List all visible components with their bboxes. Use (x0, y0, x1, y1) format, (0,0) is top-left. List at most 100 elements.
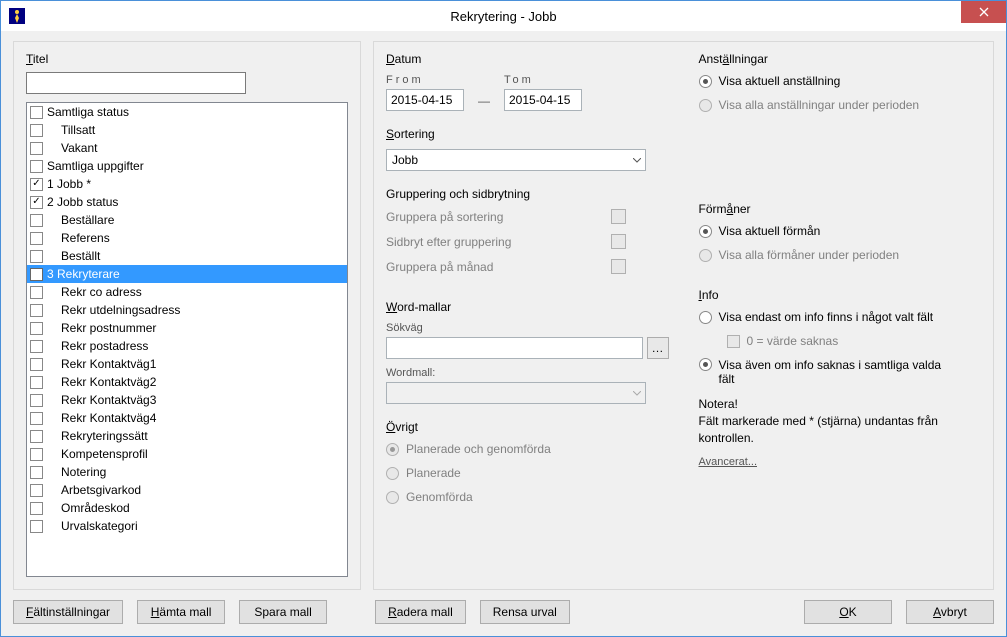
ovrigt-r1-radio[interactable] (386, 443, 399, 456)
list-item[interactable]: Referens (27, 229, 347, 247)
forman-r1-radio[interactable] (699, 225, 712, 238)
item-checkbox[interactable] (30, 412, 43, 425)
anstall-r1-radio[interactable] (699, 75, 712, 88)
list-item[interactable]: Rekr postnummer (27, 319, 347, 337)
titlebar: Rekrytering - Jobb (1, 1, 1006, 31)
item-checkbox[interactable] (30, 430, 43, 443)
item-checkbox[interactable] (30, 142, 43, 155)
browse-button[interactable]: … (647, 337, 669, 359)
word-section: Word-mallar Sökväg … Wordmall: (386, 300, 669, 404)
titel-input[interactable] (26, 72, 246, 94)
list-item[interactable]: Beställare (27, 211, 347, 229)
radera-mall-button[interactable]: Radera mall (375, 600, 466, 624)
list-item[interactable]: Samtliga uppgifter (27, 157, 347, 175)
item-checkbox[interactable] (30, 340, 43, 353)
avbryt-button[interactable]: Avbryt (906, 600, 994, 624)
item-checkbox[interactable] (30, 376, 43, 389)
item-checkbox[interactable] (30, 250, 43, 263)
info-r2-label: Visa även om info saknas i samtliga vald… (719, 358, 949, 386)
grp-sort-checkbox[interactable] (611, 209, 626, 224)
from-date-input[interactable] (386, 89, 464, 111)
item-checkbox[interactable] (30, 484, 43, 497)
from-label: From (386, 74, 464, 86)
right-col-1: Datum From — Tom (386, 52, 669, 577)
item-checkbox[interactable] (30, 214, 43, 227)
item-checkbox[interactable] (30, 124, 43, 137)
date-separator: — (478, 94, 490, 111)
rensa-urval-button[interactable]: Rensa urval (480, 600, 570, 624)
item-checkbox[interactable] (30, 178, 43, 191)
list-item[interactable]: Rekr Kontaktväg2 (27, 373, 347, 391)
list-item[interactable]: Kompetensprofil (27, 445, 347, 463)
ovrigt-r2-radio[interactable] (386, 467, 399, 480)
item-checkbox[interactable] (30, 502, 43, 515)
list-item[interactable]: Rekryteringssätt (27, 427, 347, 445)
formaner-section: Förmåner Visa aktuell förmån Visa alla f… (699, 202, 982, 272)
wordmall-select[interactable] (386, 382, 646, 404)
app-icon (9, 8, 25, 24)
list-item[interactable]: Rekr utdelningsadress (27, 301, 347, 319)
ovrigt-r3-radio[interactable] (386, 491, 399, 504)
list-item[interactable]: Vakant (27, 139, 347, 157)
datum-title: Datum (386, 52, 669, 66)
ok-button[interactable]: OK (804, 600, 892, 624)
grp-manad-label: Gruppera på månad (386, 260, 493, 274)
item-checkbox[interactable] (30, 160, 43, 173)
chevron-down-icon (628, 383, 645, 403)
fields-listbox[interactable]: Samtliga status TillsattVakantSamtliga up… (26, 102, 348, 577)
item-checkbox[interactable] (30, 448, 43, 461)
forman-r2-radio[interactable] (699, 249, 712, 262)
list-item[interactable]: Beställt (27, 247, 347, 265)
item-label: Samtliga status (47, 105, 129, 119)
list-item[interactable]: Samtliga status (27, 103, 347, 121)
list-item[interactable]: 3 Rekryterare (27, 265, 347, 283)
info-r2-radio[interactable] (699, 358, 712, 371)
grp-manad-checkbox[interactable] (611, 259, 626, 274)
list-item[interactable]: Arbetsgivarkod (27, 481, 347, 499)
item-checkbox[interactable] (30, 232, 43, 245)
list-item[interactable]: Områdeskod (27, 499, 347, 517)
list-item[interactable]: Tillsatt (27, 121, 347, 139)
sokvag-input[interactable] (386, 337, 643, 359)
avancerat-link[interactable]: Avancerat... (699, 456, 758, 468)
item-checkbox[interactable] (30, 106, 43, 119)
item-checkbox[interactable] (30, 520, 43, 533)
list-item[interactable]: Notering (27, 463, 347, 481)
sortering-section: Sortering Jobb (386, 127, 669, 171)
item-checkbox[interactable] (30, 286, 43, 299)
sortering-select[interactable]: Jobb (386, 149, 646, 171)
item-checkbox[interactable] (30, 394, 43, 407)
grp-sidbryt-label: Sidbryt efter gruppering (386, 235, 511, 249)
info-zero-checkbox[interactable] (727, 335, 740, 348)
list-item[interactable]: Rekr co adress (27, 283, 347, 301)
item-label: Kompetensprofil (47, 447, 148, 461)
item-label: Urvalskategori (47, 519, 138, 533)
item-checkbox[interactable] (30, 196, 43, 209)
faltinstallningar-button[interactable]: Fältinställningar (13, 600, 123, 624)
item-label: 2 Jobb status (47, 195, 118, 209)
grp-sidbryt-checkbox[interactable] (611, 234, 626, 249)
item-checkbox[interactable] (30, 304, 43, 317)
list-item[interactable]: Urvalskategori (27, 517, 347, 535)
item-checkbox[interactable] (30, 466, 43, 479)
info-r1-radio[interactable] (699, 311, 712, 324)
list-item[interactable]: Rekr postadress (27, 337, 347, 355)
list-item[interactable]: 2 Jobb status (27, 193, 347, 211)
anstall-r2-radio[interactable] (699, 99, 712, 112)
list-item[interactable]: Rekr Kontaktväg4 (27, 409, 347, 427)
item-checkbox[interactable] (30, 358, 43, 371)
list-item[interactable]: Rekr Kontaktväg3 (27, 391, 347, 409)
gruppering-title: Gruppering och sidbrytning (386, 187, 669, 201)
info-title: Info (699, 288, 982, 302)
to-date-input[interactable] (504, 89, 582, 111)
item-checkbox[interactable] (30, 268, 43, 281)
item-checkbox[interactable] (30, 322, 43, 335)
close-button[interactable] (961, 1, 1006, 23)
sokvag-label: Sökväg (386, 322, 669, 334)
hamta-mall-button[interactable]: Hämta mall (137, 600, 225, 624)
list-item[interactable]: 1 Jobb * (27, 175, 347, 193)
grp-sort-label: Gruppera på sortering (386, 210, 503, 224)
list-item[interactable]: Rekr Kontaktväg1 (27, 355, 347, 373)
sortering-title: Sortering (386, 127, 669, 141)
spara-mall-button[interactable]: Spara mall (239, 600, 327, 624)
